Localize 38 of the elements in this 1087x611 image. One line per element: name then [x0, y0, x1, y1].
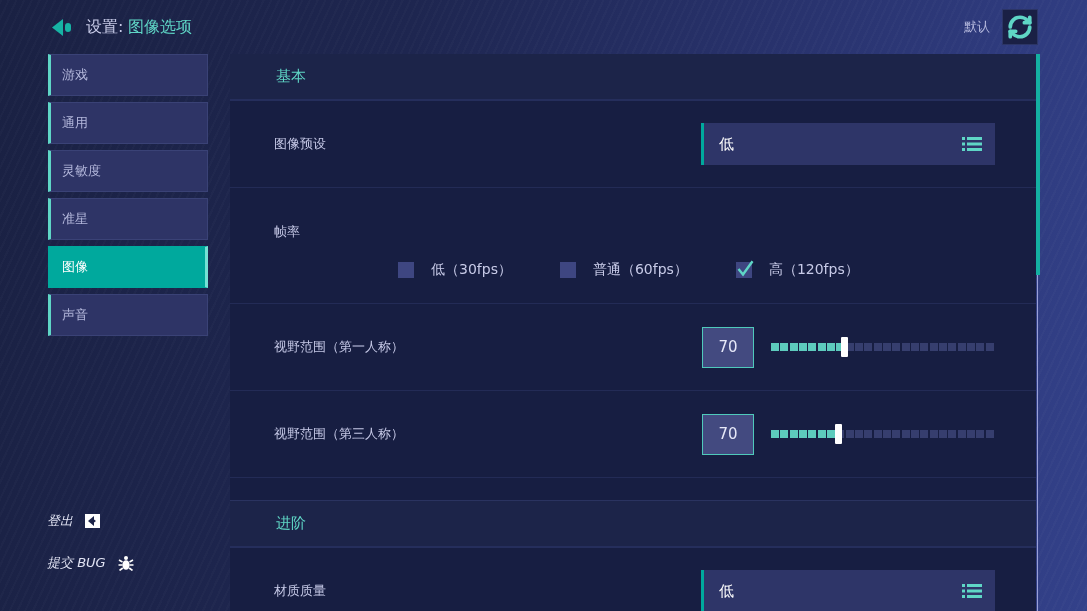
scrollbar-thumb[interactable]: [1036, 54, 1040, 275]
setting-label: 图像预设: [274, 135, 326, 153]
report-bug-link[interactable]: 提交 BUG: [47, 553, 134, 573]
setting-label: 视野范围（第三人称）: [274, 425, 404, 443]
option-label[interactable]: 高（120fps）: [768, 260, 859, 278]
checkbox[interactable]: [559, 260, 578, 278]
list-icon: [962, 137, 982, 151]
value-field[interactable]: 70: [702, 413, 754, 455]
checkbox[interactable]: [398, 260, 416, 278]
section-title: 进阶: [276, 514, 306, 533]
back-icon[interactable]: [52, 18, 72, 36]
sidebar-tab[interactable]: 游戏: [48, 54, 208, 96]
breadcrumb-label: 设置:: [86, 16, 124, 38]
checkbox[interactable]: [735, 260, 754, 278]
logout-icon: [85, 514, 100, 528]
slider-thumb[interactable]: [841, 337, 849, 357]
sidebar-tab[interactable]: 准星: [48, 198, 208, 240]
sidebar-tab[interactable]: 通用: [48, 102, 208, 144]
sidebar-tab[interactable]: 声音: [48, 294, 208, 336]
setting-label: 帧率: [274, 223, 300, 241]
scrollbar-track[interactable]: [1036, 54, 1040, 611]
dropdown[interactable]: 低: [701, 570, 995, 611]
setting-label: 视野范围（第一人称）: [274, 338, 404, 356]
dropdown[interactable]: 低: [701, 123, 995, 165]
bug-icon: [117, 555, 134, 571]
page-title: 图像选项: [128, 16, 193, 38]
value-field[interactable]: 70: [702, 326, 754, 368]
option-label[interactable]: 普通（60fps）: [592, 260, 688, 278]
section-title: 基本: [276, 67, 306, 86]
default-label: 默认: [964, 18, 990, 36]
refresh-icon: [1007, 14, 1033, 40]
logout-link[interactable]: 登出: [47, 511, 100, 531]
option-label[interactable]: 低（30fps）: [431, 260, 512, 278]
slider-thumb[interactable]: [834, 424, 842, 444]
list-icon: [962, 584, 982, 598]
sidebar-tab[interactable]: 灵敏度: [48, 150, 208, 192]
setting-label: 材质质量: [274, 582, 326, 600]
reset-button[interactable]: [1002, 9, 1038, 45]
